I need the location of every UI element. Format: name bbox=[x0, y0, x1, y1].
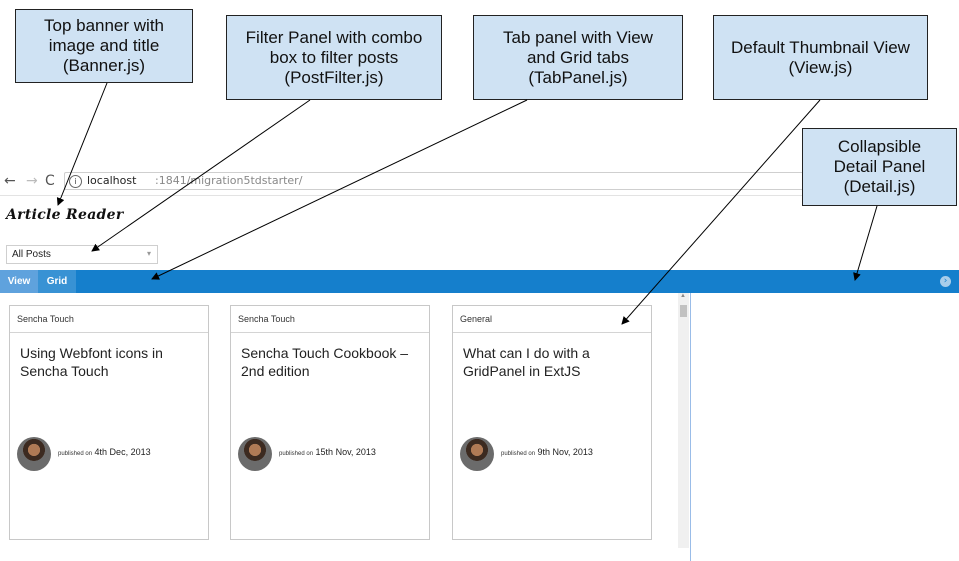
browser-address-bar: ← → C i localhost :1841/migration5tdstar… bbox=[0, 169, 824, 196]
scroll-up-icon[interactable]: ▲ bbox=[680, 293, 686, 299]
author-avatar bbox=[460, 437, 494, 471]
forward-arrow-icon[interactable]: → bbox=[26, 173, 38, 189]
post-filter-value: All Posts bbox=[12, 249, 51, 260]
arrow-to-detail bbox=[853, 205, 878, 281]
scroll-thumb[interactable] bbox=[680, 305, 687, 317]
post-title: Sencha Touch Cookbook – 2nd edition bbox=[241, 345, 409, 379]
post-category: Sencha Touch bbox=[10, 306, 208, 333]
post-card[interactable]: Sencha Touch Using Webfont icons in Senc… bbox=[9, 305, 209, 540]
tab-grid[interactable]: Grid bbox=[38, 270, 76, 293]
post-title: What can I do with a GridPanel in ExtJS bbox=[463, 345, 590, 379]
callout-banner: Top banner with image and title (Banner.… bbox=[15, 9, 193, 83]
author-avatar bbox=[17, 437, 51, 471]
published-label: published on bbox=[501, 451, 536, 457]
callout-tab-panel: Tab panel with View and Grid tabs (TabPa… bbox=[473, 15, 683, 100]
post-published: published on 15th Nov, 2013 bbox=[279, 447, 376, 457]
url-input[interactable]: i localhost :1841/migration5tdstarter/ bbox=[64, 172, 824, 190]
callout-post-filter: Filter Panel with combo box to filter po… bbox=[226, 15, 442, 100]
collapse-detail-icon[interactable]: › bbox=[940, 276, 951, 287]
tab-view[interactable]: View bbox=[0, 270, 38, 293]
reload-icon[interactable]: C bbox=[45, 173, 55, 189]
url-host: localhost bbox=[87, 174, 137, 187]
post-published: published on 9th Nov, 2013 bbox=[501, 447, 593, 457]
post-filter-combo[interactable]: All Posts ▾ bbox=[6, 245, 158, 264]
post-category: General bbox=[453, 306, 651, 333]
post-card[interactable]: General What can I do with a GridPanel i… bbox=[452, 305, 652, 540]
tab-panel-bar: View Grid › bbox=[0, 270, 959, 293]
post-date: 15th Nov, 2013 bbox=[315, 447, 376, 457]
published-label: published on bbox=[58, 451, 93, 457]
post-published: published on 4th Dec, 2013 bbox=[58, 447, 151, 457]
post-category: Sencha Touch bbox=[231, 306, 429, 333]
chevron-down-icon[interactable]: ▾ bbox=[147, 249, 151, 258]
post-date: 4th Dec, 2013 bbox=[94, 447, 151, 457]
post-card[interactable]: Sencha Touch Sencha Touch Cookbook – 2nd… bbox=[230, 305, 430, 540]
post-date: 9th Nov, 2013 bbox=[537, 447, 593, 457]
post-title: Using Webfont icons in Sencha Touch bbox=[20, 345, 163, 379]
author-avatar bbox=[238, 437, 272, 471]
app-banner-title: Article Reader bbox=[6, 207, 124, 223]
view-scrollbar[interactable]: ▲ bbox=[678, 293, 689, 548]
info-icon[interactable]: i bbox=[69, 175, 82, 188]
back-arrow-icon[interactable]: ← bbox=[4, 173, 16, 189]
callout-thumbnail-view: Default Thumbnail View (View.js) bbox=[713, 15, 928, 100]
url-path: :1841/migration5tdstarter/ bbox=[155, 174, 303, 187]
published-label: published on bbox=[279, 451, 314, 457]
callout-detail-panel: Collapsible Detail Panel (Detail.js) bbox=[802, 128, 957, 206]
